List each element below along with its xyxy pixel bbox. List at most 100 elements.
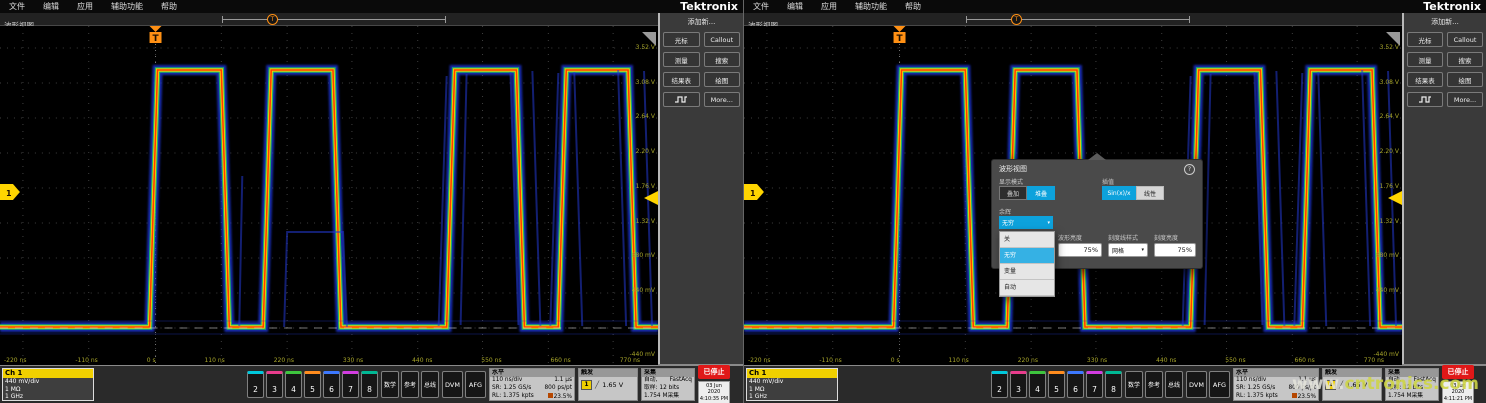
aux-button[interactable]: 总线 [421,371,439,398]
menu-item[interactable]: 辅助功能 [846,0,896,13]
menu-item[interactable]: 帮助 [896,0,930,13]
display-mode-label: 显示模式 [999,177,1023,186]
channel-1-marker-icon[interactable]: 1 [0,184,20,200]
menu-item[interactable]: 文件 [0,0,34,13]
graticule-intensity-field[interactable]: 75% [1154,243,1196,257]
menu-item[interactable]: 帮助 [152,0,186,13]
sample-rate: SR: 1.25 GS/s [1236,385,1275,393]
trigger-level-marker-icon[interactable] [644,191,658,205]
channel-7-button[interactable]: 7 [342,371,359,398]
aux-button[interactable]: 参考 [401,371,419,398]
results-side-panel: 添加新... 光标 Callout 测量 搜索 结果表 绘图 More... [1404,13,1486,364]
menu-bar: 文件编辑应用辅助功能帮助 Tektronix [0,0,743,13]
horizontal-badge[interactable]: 水平 110 ns/div1.1 μs SR: 1.25 GS/s800 ps/… [489,368,575,401]
results-table-button[interactable]: 结果表 [1407,72,1443,87]
channel-4-button[interactable]: 4 [1029,371,1046,398]
results-table-button[interactable]: 结果表 [663,72,700,87]
persistence-dropdown[interactable]: 无穷 ▾ [999,216,1053,229]
channel-1-impedance: 1 MΩ [749,386,835,394]
aux-button[interactable]: 数学 [1125,371,1143,398]
overlay-option[interactable]: 叠加 [999,186,1027,200]
channel-5-button[interactable]: 5 [1048,371,1065,398]
linear-option[interactable]: 线性 [1136,186,1164,200]
channel-3-button[interactable]: 3 [1010,371,1027,398]
aux-button[interactable]: 数学 [381,371,399,398]
persistence-option[interactable]: 自动 [1000,280,1054,296]
interpolation-toggle: Sin(x)/x 线性 [1102,186,1164,200]
measure-button[interactable]: 测量 [1407,52,1443,67]
channel-2-button[interactable]: 2 [991,371,1008,398]
zoom-overview-bar[interactable]: T [966,16,1190,23]
aux-button[interactable]: DVM [1186,371,1207,398]
channel-3-button[interactable]: 3 [266,371,283,398]
trigger-position-overview-icon[interactable]: T [1011,14,1022,25]
callout-button[interactable]: Callout [1447,32,1483,47]
channel-8-button[interactable]: 8 [1105,371,1122,398]
callout-button[interactable]: Callout [704,32,741,47]
cursor-button[interactable]: 光标 [1407,32,1443,47]
menu-item[interactable]: 应用 [68,0,102,13]
sample-rate: SR: 1.25 GS/s [492,385,531,393]
trigger-position-overview-icon[interactable]: T [267,14,278,25]
aux-button[interactable]: DVM [442,371,463,398]
more-button[interactable]: More... [704,92,741,107]
cursor-button[interactable]: 光标 [663,32,700,47]
svg-text:1: 1 [750,189,756,198]
channel-6-button[interactable]: 6 [1067,371,1084,398]
channel-7-button[interactable]: 7 [1086,371,1103,398]
acquisition-badge[interactable]: 采集 自动,FastAcq 取样: 12 bits 1.754 M采集 [641,368,695,401]
channel-4-button[interactable]: 4 [285,371,302,398]
trigger-badge[interactable]: 触发 1 ╱ 1.65 V [578,368,638,401]
channel-1-badge[interactable]: Ch 1 440 mV/div 1 MΩ 1 GHz [746,368,838,401]
aux-button[interactable]: AFG [1209,371,1230,398]
rising-edge-icon: ╱ [595,381,599,389]
channel-5-button[interactable]: 5 [304,371,321,398]
aux-button[interactable]: 总线 [1165,371,1183,398]
trigger-source-icon: 1 [581,380,592,390]
menu-items: 文件编辑应用辅助功能帮助 [744,0,930,13]
sinx-option[interactable]: Sin(x)/x [1102,186,1136,200]
add-new-label: 添加新... [663,17,740,27]
menu-item[interactable]: 编辑 [34,0,68,13]
channel-6-button[interactable]: 6 [323,371,340,398]
waveform-badge-button[interactable] [663,92,700,107]
run-stop-button[interactable]: 已停止 [698,365,730,379]
more-button[interactable]: More... [1447,92,1483,107]
persistence-option[interactable]: 变量 [1000,264,1054,280]
menu-item[interactable]: 辅助功能 [102,0,152,13]
aux-button[interactable]: 参考 [1145,371,1163,398]
channel-1-badge[interactable]: Ch 1 440 mV/div 1 MΩ 1 GHz [2,368,94,401]
waveform-badge-button[interactable] [1407,92,1443,107]
measure-button[interactable]: 测量 [663,52,700,67]
trigger-position-marker-icon[interactable]: T [150,26,162,44]
menu-item[interactable]: 应用 [812,0,846,13]
search-button[interactable]: 搜索 [1447,52,1483,67]
chevron-down-icon: ▾ [1047,220,1050,226]
time: 4:11:21 PM [1443,396,1473,403]
persistence-option[interactable]: 无穷 [1000,248,1054,264]
dialog-title: 波形视图 [992,160,1202,174]
menu-item[interactable]: 文件 [744,0,778,13]
help-icon[interactable]: ? [1184,164,1195,175]
menu-item[interactable]: 编辑 [778,0,812,13]
draw-a-box-corner-icon[interactable] [642,32,656,46]
draw-a-box-corner-icon[interactable] [1386,32,1400,46]
search-button[interactable]: 搜索 [704,52,741,67]
svg-text:1: 1 [6,189,12,198]
persistence-options-list: 关无穷变量自动 [999,231,1055,297]
aux-button[interactable]: AFG [465,371,486,398]
zoom-overview-bar[interactable]: T [222,16,446,23]
plot-button[interactable]: 绘图 [1447,72,1483,87]
channel-2-button[interactable]: 2 [247,371,264,398]
trigger-position-marker-icon[interactable]: T [894,26,906,44]
trigger-level-marker-icon[interactable] [1388,191,1402,205]
persistence-option[interactable]: 关 [1000,232,1054,248]
graticule-style-dropdown[interactable]: 网格 ▾ [1108,243,1148,257]
channel-1-marker-icon[interactable]: 1 [744,184,764,200]
waveform-intensity-field[interactable]: 75% [1058,243,1102,257]
scope-left: 文件编辑应用辅助功能帮助 Tektronix 波形视图 T [0,0,743,403]
graticule[interactable]: T 1 -220 ns-110 ns0 s110 ns220 ns330 ns4… [0,26,658,365]
stacked-option[interactable]: 堆叠 [1027,186,1055,200]
channel-8-button[interactable]: 8 [361,371,378,398]
plot-button[interactable]: 绘图 [704,72,741,87]
